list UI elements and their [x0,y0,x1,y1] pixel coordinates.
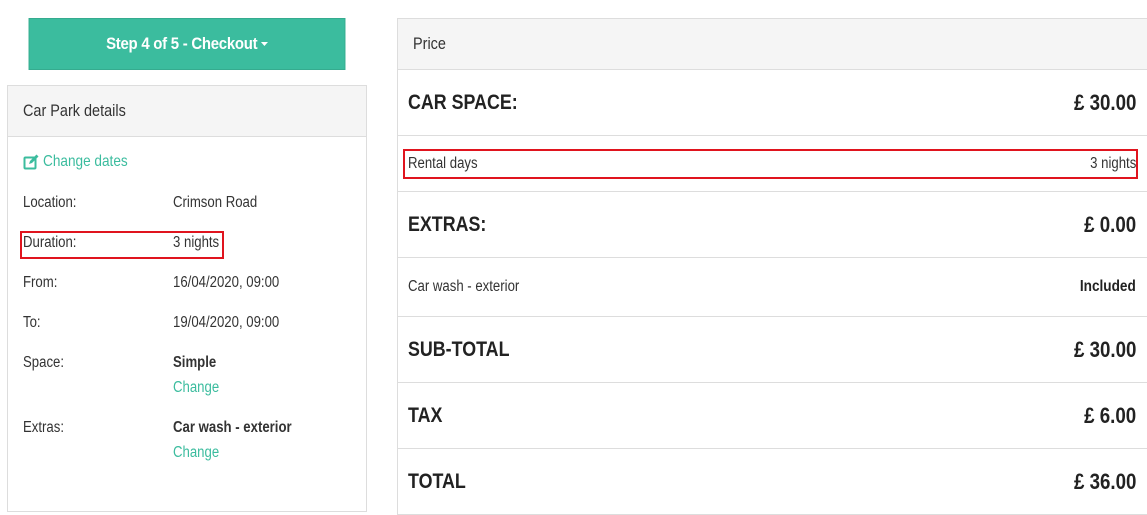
price-heading: Price [398,19,1147,70]
price-panel: Price CAR SPACE: £ 30.00 Rental days 3 n… [397,18,1147,515]
extras-total-label: EXTRAS: [408,212,487,236]
from-label: From: [23,274,58,291]
subtotal-row: SUB-TOTAL £ 30.00 [398,317,1147,383]
car-park-details-heading: Car Park details [8,86,366,137]
step-dropdown-button[interactable]: Step 4 of 5 - Checkout [28,18,346,70]
car-park-details-panel: Car Park details Change dates Location: … [7,85,367,512]
edit-icon [23,154,39,170]
extras-change-link[interactable]: Change [173,444,219,462]
extras-total-row: EXTRAS: £ 0.00 [398,192,1147,258]
location-label: Location: [23,194,77,211]
space-value: Simple [173,354,217,371]
price-title: Price [413,34,446,53]
tax-row: TAX £ 6.00 [398,383,1147,449]
subtotal-value: £ 30.00 [1073,336,1136,362]
car-wash-label: Car wash - exterior [408,278,520,295]
extras-label: Extras: [23,419,64,436]
car-space-row: CAR SPACE: £ 30.00 [398,70,1147,136]
rental-days-label: Rental days [408,154,478,172]
extras-value: Car wash - exterior [173,419,292,436]
car-space-value: £ 30.00 [1073,89,1136,115]
step-dropdown-label: Step 4 of 5 - Checkout [106,34,258,53]
duration-label: Duration: [23,234,77,251]
caret-down-icon [260,42,268,46]
tax-value: £ 6.00 [1084,402,1136,428]
tax-label: TAX [408,403,443,427]
extras-total-value: £ 0.00 [1084,211,1136,237]
space-label: Space: [23,354,65,371]
checkout-page: Step 4 of 5 - Checkout Car Park details … [0,0,1147,515]
rental-days-value: 3 nights [1089,154,1136,172]
location-value: Crimson Road [173,194,258,211]
total-row: TOTAL £ 36.00 [398,449,1147,515]
to-label: To: [23,314,41,331]
total-value: £ 36.00 [1073,468,1136,494]
space-change-link[interactable]: Change [173,379,219,397]
subtotal-label: SUB-TOTAL [408,337,510,361]
change-dates-label: Change dates [43,153,128,170]
car-park-details-title: Car Park details [23,101,126,120]
car-wash-value: Included [1080,278,1136,295]
from-value: 16/04/2020, 09:00 [173,274,280,291]
change-dates-link[interactable]: Change dates [23,153,143,171]
rental-days-row: Rental days 3 nights [398,136,1147,192]
car-wash-row: Car wash - exterior Included [398,258,1147,317]
total-label: TOTAL [408,469,466,493]
duration-value: 3 nights [173,234,220,251]
to-value: 19/04/2020, 09:00 [173,314,280,331]
car-space-label: CAR SPACE: [408,90,518,114]
